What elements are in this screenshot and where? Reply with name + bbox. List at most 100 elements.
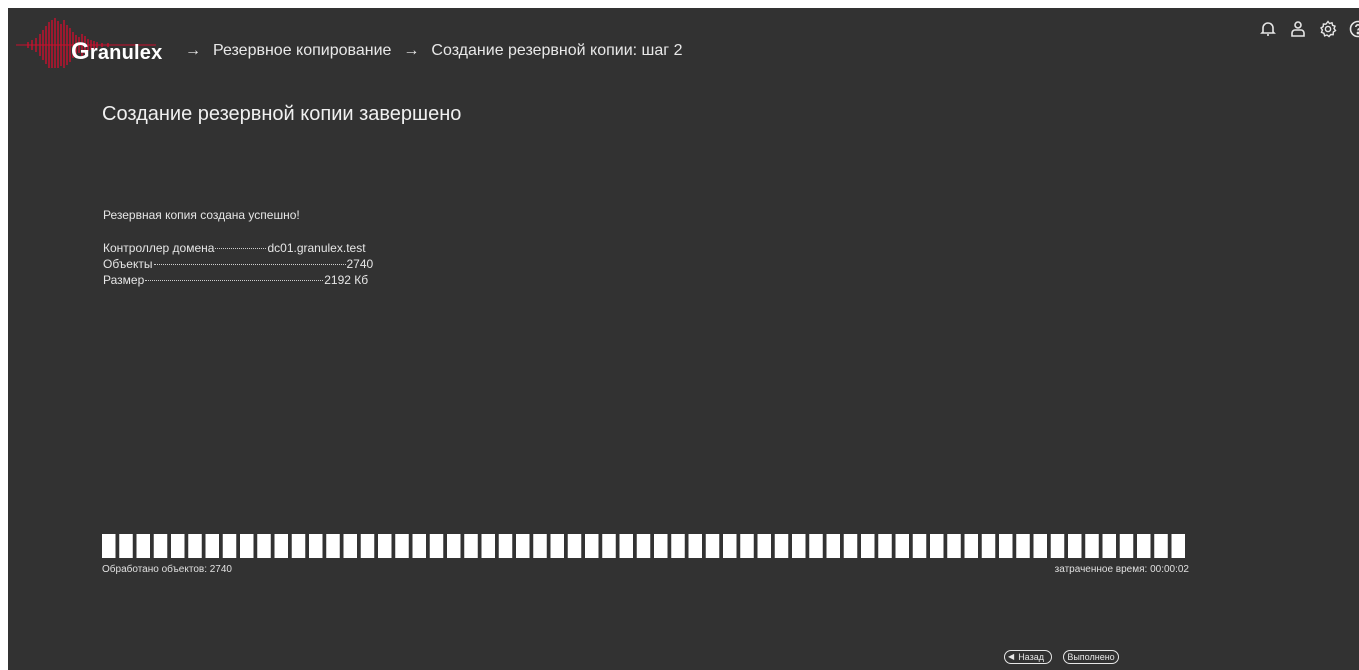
backup-summary: Резервная копия создана успешно! Контрол… — [103, 208, 373, 288]
progress-segment — [171, 534, 185, 558]
dot-leader — [145, 280, 324, 281]
progress-segment — [119, 534, 133, 558]
progress-segment — [498, 534, 513, 558]
progress-segment — [274, 534, 288, 558]
progress-segment — [257, 534, 271, 558]
progress-segment — [550, 534, 564, 558]
progress-segment — [360, 534, 375, 558]
progress-segment — [1068, 534, 1082, 558]
progress-segment — [567, 534, 582, 558]
breadcrumb-arrow-icon: → — [185, 42, 201, 59]
progress-segment — [412, 534, 426, 558]
progress-segment — [533, 534, 547, 558]
progress-segment — [240, 534, 254, 558]
detail-value: 2192 Кб — [324, 273, 369, 287]
progress-segment — [619, 534, 633, 558]
detail-label: Объекты — [103, 257, 153, 271]
logo: Granulex — [16, 18, 162, 68]
progress-segment — [981, 534, 996, 558]
progress-segment — [636, 534, 651, 558]
progress-segments — [102, 534, 1185, 558]
progress-segment — [964, 534, 978, 558]
progress-segment — [326, 534, 340, 558]
progress-segment — [429, 534, 444, 558]
progress-segment — [1085, 534, 1099, 558]
progress-segment — [1137, 534, 1151, 558]
progress-segment — [671, 534, 685, 558]
progress-segment — [222, 534, 237, 558]
breadcrumb-arrow-icon: → — [403, 42, 420, 59]
detail-value: dc01.granulex.test — [267, 241, 366, 255]
progress-segment — [309, 534, 323, 558]
detail-row-objects: Объекты 2740 — [103, 256, 373, 272]
progress-segment — [705, 534, 720, 558]
progress-segment — [481, 534, 495, 558]
progress-segment — [464, 534, 478, 558]
triangle-left-icon: ◀ — [1008, 652, 1015, 661]
breadcrumb-backup[interactable]: Резервное копирование — [213, 42, 391, 60]
bell-icon[interactable] — [1257, 18, 1279, 40]
progress-segment — [153, 534, 168, 558]
elapsed-time: затраченное время: 00:00:02 — [1054, 564, 1189, 575]
progress-segment — [999, 534, 1013, 558]
progress-segment — [1033, 534, 1047, 558]
detail-row-size: Размер 2192 Кб — [103, 272, 373, 288]
progress-segment — [1102, 534, 1116, 558]
progress-segment — [1171, 534, 1185, 558]
dot-leader — [153, 264, 346, 265]
progress-segment — [602, 534, 616, 558]
progress-segment — [878, 534, 892, 558]
progress-segment — [102, 534, 116, 558]
detail-value: 2740 — [346, 257, 374, 271]
processed-count: Обработано объектов: 2740 — [102, 564, 232, 575]
back-button-label: Назад — [1018, 652, 1044, 662]
success-message: Резервная копия создана успешно! — [103, 208, 300, 222]
progress-segment — [188, 534, 202, 558]
progress-segment — [757, 534, 771, 558]
progress-segment — [895, 534, 909, 558]
detail-row-domain-controller: Контроллер домена dc01.granulex.test — [103, 240, 373, 256]
dot-leader — [215, 248, 267, 249]
back-button[interactable]: ◀ Назад — [1004, 650, 1052, 664]
done-button[interactable]: Выполнено — [1063, 650, 1119, 664]
progress-segment — [378, 534, 392, 558]
progress-segment — [723, 534, 737, 558]
progress-segment — [291, 534, 306, 558]
progress-segment — [843, 534, 858, 558]
detail-label: Контроллер домена — [103, 241, 215, 255]
progress-segment — [861, 534, 875, 558]
breadcrumb-current-step: Создание резервной копии: шаг 2 — [431, 42, 683, 59]
logo-initial: G — [71, 38, 90, 65]
progress-segment — [774, 534, 789, 558]
breadcrumb: → Резервное копирование → Создание резер… — [173, 42, 682, 60]
logo-text: Granulex — [71, 38, 162, 66]
progress-segment — [1154, 534, 1168, 558]
progress-segment — [205, 534, 219, 558]
gear-icon[interactable] — [1317, 18, 1339, 40]
progress-segment — [826, 534, 840, 558]
page-title: Создание резервной копии завершено — [102, 103, 462, 125]
progress-segment — [654, 534, 668, 558]
progress-segment — [809, 534, 823, 558]
progress-segment — [740, 534, 754, 558]
app-window: Granulex → Резервное копирование → Созда… — [8, 8, 1359, 670]
progress-segment — [1016, 534, 1030, 558]
progress-segment — [930, 534, 944, 558]
logo-rest: ranulex — [89, 42, 163, 64]
done-button-label: Выполнено — [1067, 652, 1115, 662]
progress-segment — [447, 534, 461, 558]
progress-segment — [1050, 534, 1065, 558]
progress-segment — [1119, 534, 1134, 558]
progress-segment — [343, 534, 357, 558]
header: Granulex → Резервное копирование → Созда… — [8, 18, 1359, 74]
help-icon[interactable] — [1347, 18, 1359, 40]
progress-segment — [136, 534, 150, 558]
detail-label: Размер — [103, 273, 145, 287]
progress-segment — [395, 534, 409, 558]
progress-bar — [102, 534, 1189, 558]
progress-segment — [947, 534, 961, 558]
user-icon[interactable] — [1287, 18, 1309, 40]
progress-segment — [585, 534, 599, 558]
button-bar: ◀ Назад Выполнено — [1004, 650, 1119, 664]
progress-segment — [688, 534, 702, 558]
